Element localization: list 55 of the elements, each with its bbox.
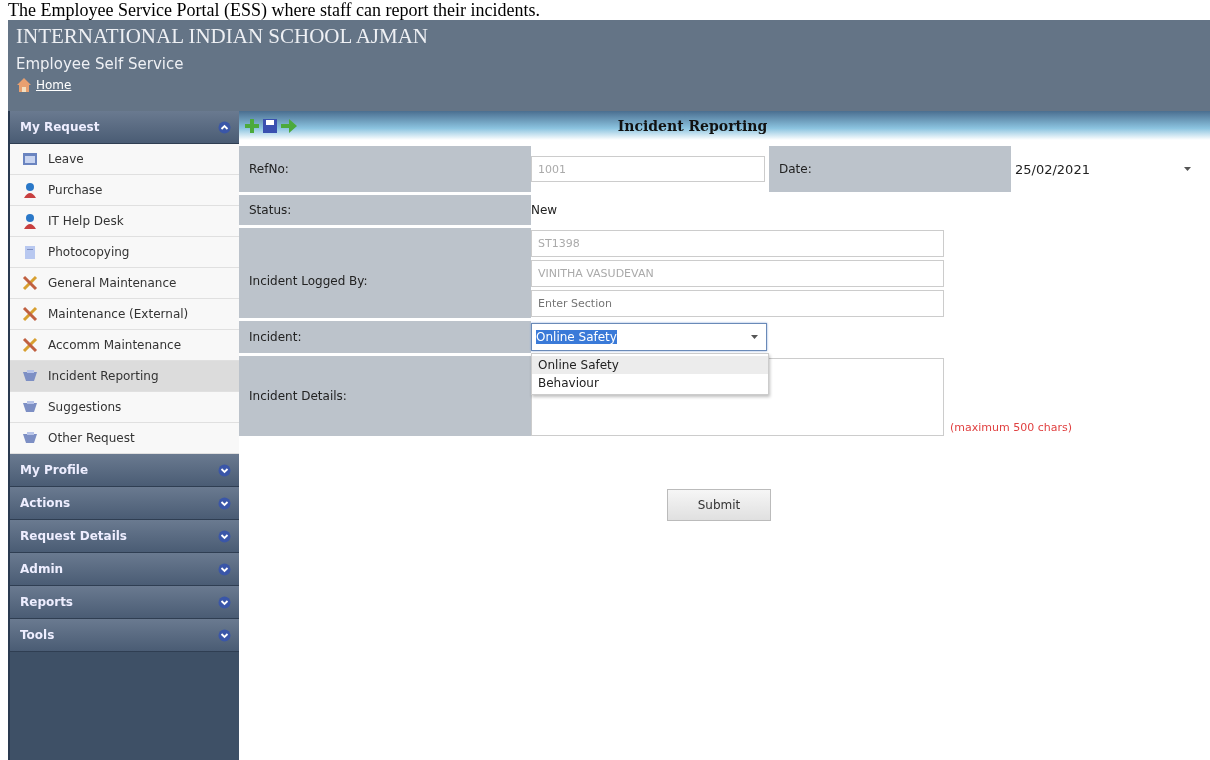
paper-icon <box>22 244 38 260</box>
field-label: Incident Details: <box>239 356 531 436</box>
calendar-icon <box>22 152 38 166</box>
sidebar-item[interactable]: Maintenance (External) <box>10 299 239 330</box>
tray-icon <box>22 399 38 415</box>
tray-icon <box>22 430 38 446</box>
sidebar-item[interactable]: General Maintenance <box>10 268 239 299</box>
portal-subtitle: Employee Self Service <box>16 55 185 73</box>
tools-icon <box>22 337 38 353</box>
field-label: Incident: <box>239 321 531 353</box>
tools-icon <box>22 306 38 322</box>
caret-icon <box>1184 167 1191 171</box>
collapse-icon <box>218 120 231 134</box>
page-title: Incident Reporting <box>616 117 769 134</box>
sidebar-section-header[interactable]: My Profile <box>10 454 239 487</box>
sidebar-section-header[interactable]: Admin <box>10 553 239 586</box>
caption-text: The Employee Service Portal (ESS) where staff can report their incidents. <box>7 0 541 20</box>
dropdown-option[interactable]: Online Safety <box>532 356 768 374</box>
date-field[interactable]: 25/02/2021 <box>1011 155 1199 183</box>
expand-icon <box>218 595 231 609</box>
field-label: Status: <box>239 195 531 225</box>
sidebar-item[interactable]: Leave <box>10 144 239 175</box>
sidebar-item[interactable]: Suggestions <box>10 392 239 423</box>
expand-icon <box>218 463 231 477</box>
school-name: INTERNATIONAL INDIAN SCHOOL AJMAN <box>16 24 429 49</box>
tools-icon <box>22 275 38 291</box>
expand-icon <box>218 496 231 510</box>
sidebar-section-header[interactable]: My Request <box>10 111 239 144</box>
expand-icon <box>218 628 231 642</box>
field-label: RefNo: <box>239 146 531 192</box>
sidebar-item[interactable]: Photocopying <box>10 237 239 268</box>
sidebar-section-header[interactable]: Reports <box>10 586 239 619</box>
sidebar-section-header[interactable]: Actions <box>10 487 239 520</box>
person-icon <box>22 213 38 229</box>
caret-icon <box>751 335 758 339</box>
field-label: Date: <box>769 146 1011 192</box>
sidebar-item[interactable]: IT Help Desk <box>10 206 239 237</box>
house-icon <box>16 77 32 93</box>
sidebar-item[interactable]: Purchase <box>10 175 239 206</box>
sidebar-item[interactable]: Incident Reporting <box>10 361 239 392</box>
status-value: New <box>531 203 558 217</box>
char-limit-note: (maximum 500 chars) <box>950 421 1072 434</box>
dropdown-option[interactable]: Behaviour <box>532 374 768 392</box>
incident-dropdown[interactable]: Online Safety <box>531 323 767 351</box>
person-icon <box>22 182 38 198</box>
tray-icon <box>22 368 38 384</box>
submit-button[interactable]: Submit <box>667 489 771 521</box>
expand-icon <box>218 562 231 576</box>
expand-icon <box>218 529 231 543</box>
sidebar-section-header[interactable]: Request Details <box>10 520 239 553</box>
field-label: Incident Logged By: <box>239 228 531 318</box>
home-link[interactable]: Home <box>36 78 72 92</box>
save-icon[interactable] <box>263 118 277 133</box>
input-field[interactable]: Enter Section <box>531 289 944 317</box>
sidebar-section-header[interactable]: Tools <box>10 619 239 652</box>
